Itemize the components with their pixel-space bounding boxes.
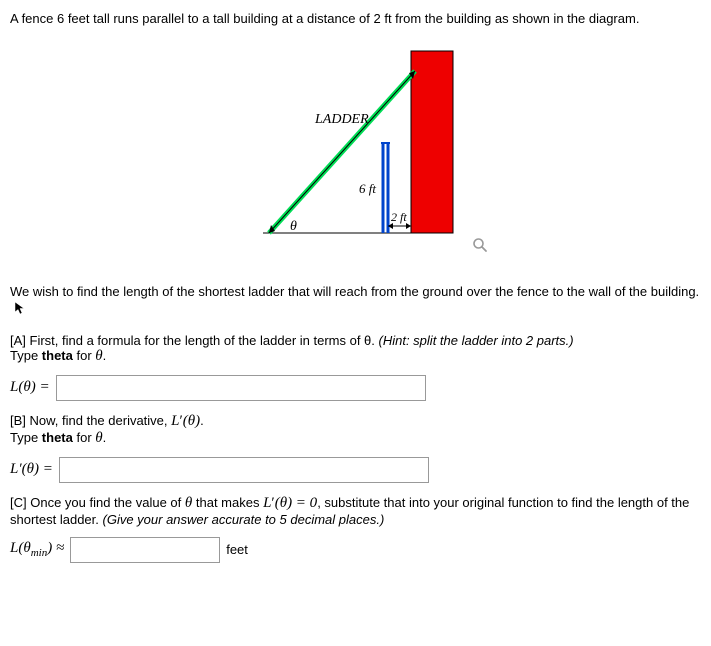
gap-label: 2 ft: [391, 210, 407, 224]
part-a-input[interactable]: [56, 375, 426, 401]
magnify-icon[interactable]: [472, 237, 488, 256]
diagram-container: LADDER θ 6 ft 2 ft: [10, 43, 701, 256]
part-c-unit: feet: [226, 542, 248, 557]
part-b-instr: Type theta for θ.: [10, 430, 106, 445]
part-a-lhs: L(θ) =: [10, 379, 50, 396]
part-a-prompt: [A] First, find a formula for the length…: [10, 333, 701, 365]
fence-height-label: 6 ft: [359, 181, 376, 196]
question-text: We wish to find the length of the shorte…: [10, 283, 701, 320]
part-c-input[interactable]: [70, 537, 220, 563]
part-b-prompt: [B] Now, find the derivative, L′(θ). Typ…: [10, 413, 701, 447]
part-c-prompt: [C] Once you find the value of θ that ma…: [10, 495, 701, 527]
ladder-diagram: LADDER θ 6 ft 2 ft: [223, 43, 463, 253]
part-c-lhs: L(θmin) ≈: [10, 540, 64, 559]
problem-statement: A fence 6 feet tall runs parallel to a t…: [10, 10, 701, 28]
theta-label: θ: [290, 219, 297, 234]
ladder-label: LADDER: [314, 112, 369, 127]
part-b-input[interactable]: [59, 457, 429, 483]
part-b-lhs: L′(θ) =: [10, 461, 53, 478]
part-a-instr: Type theta for θ.: [10, 348, 106, 363]
cursor-icon: [14, 301, 26, 320]
